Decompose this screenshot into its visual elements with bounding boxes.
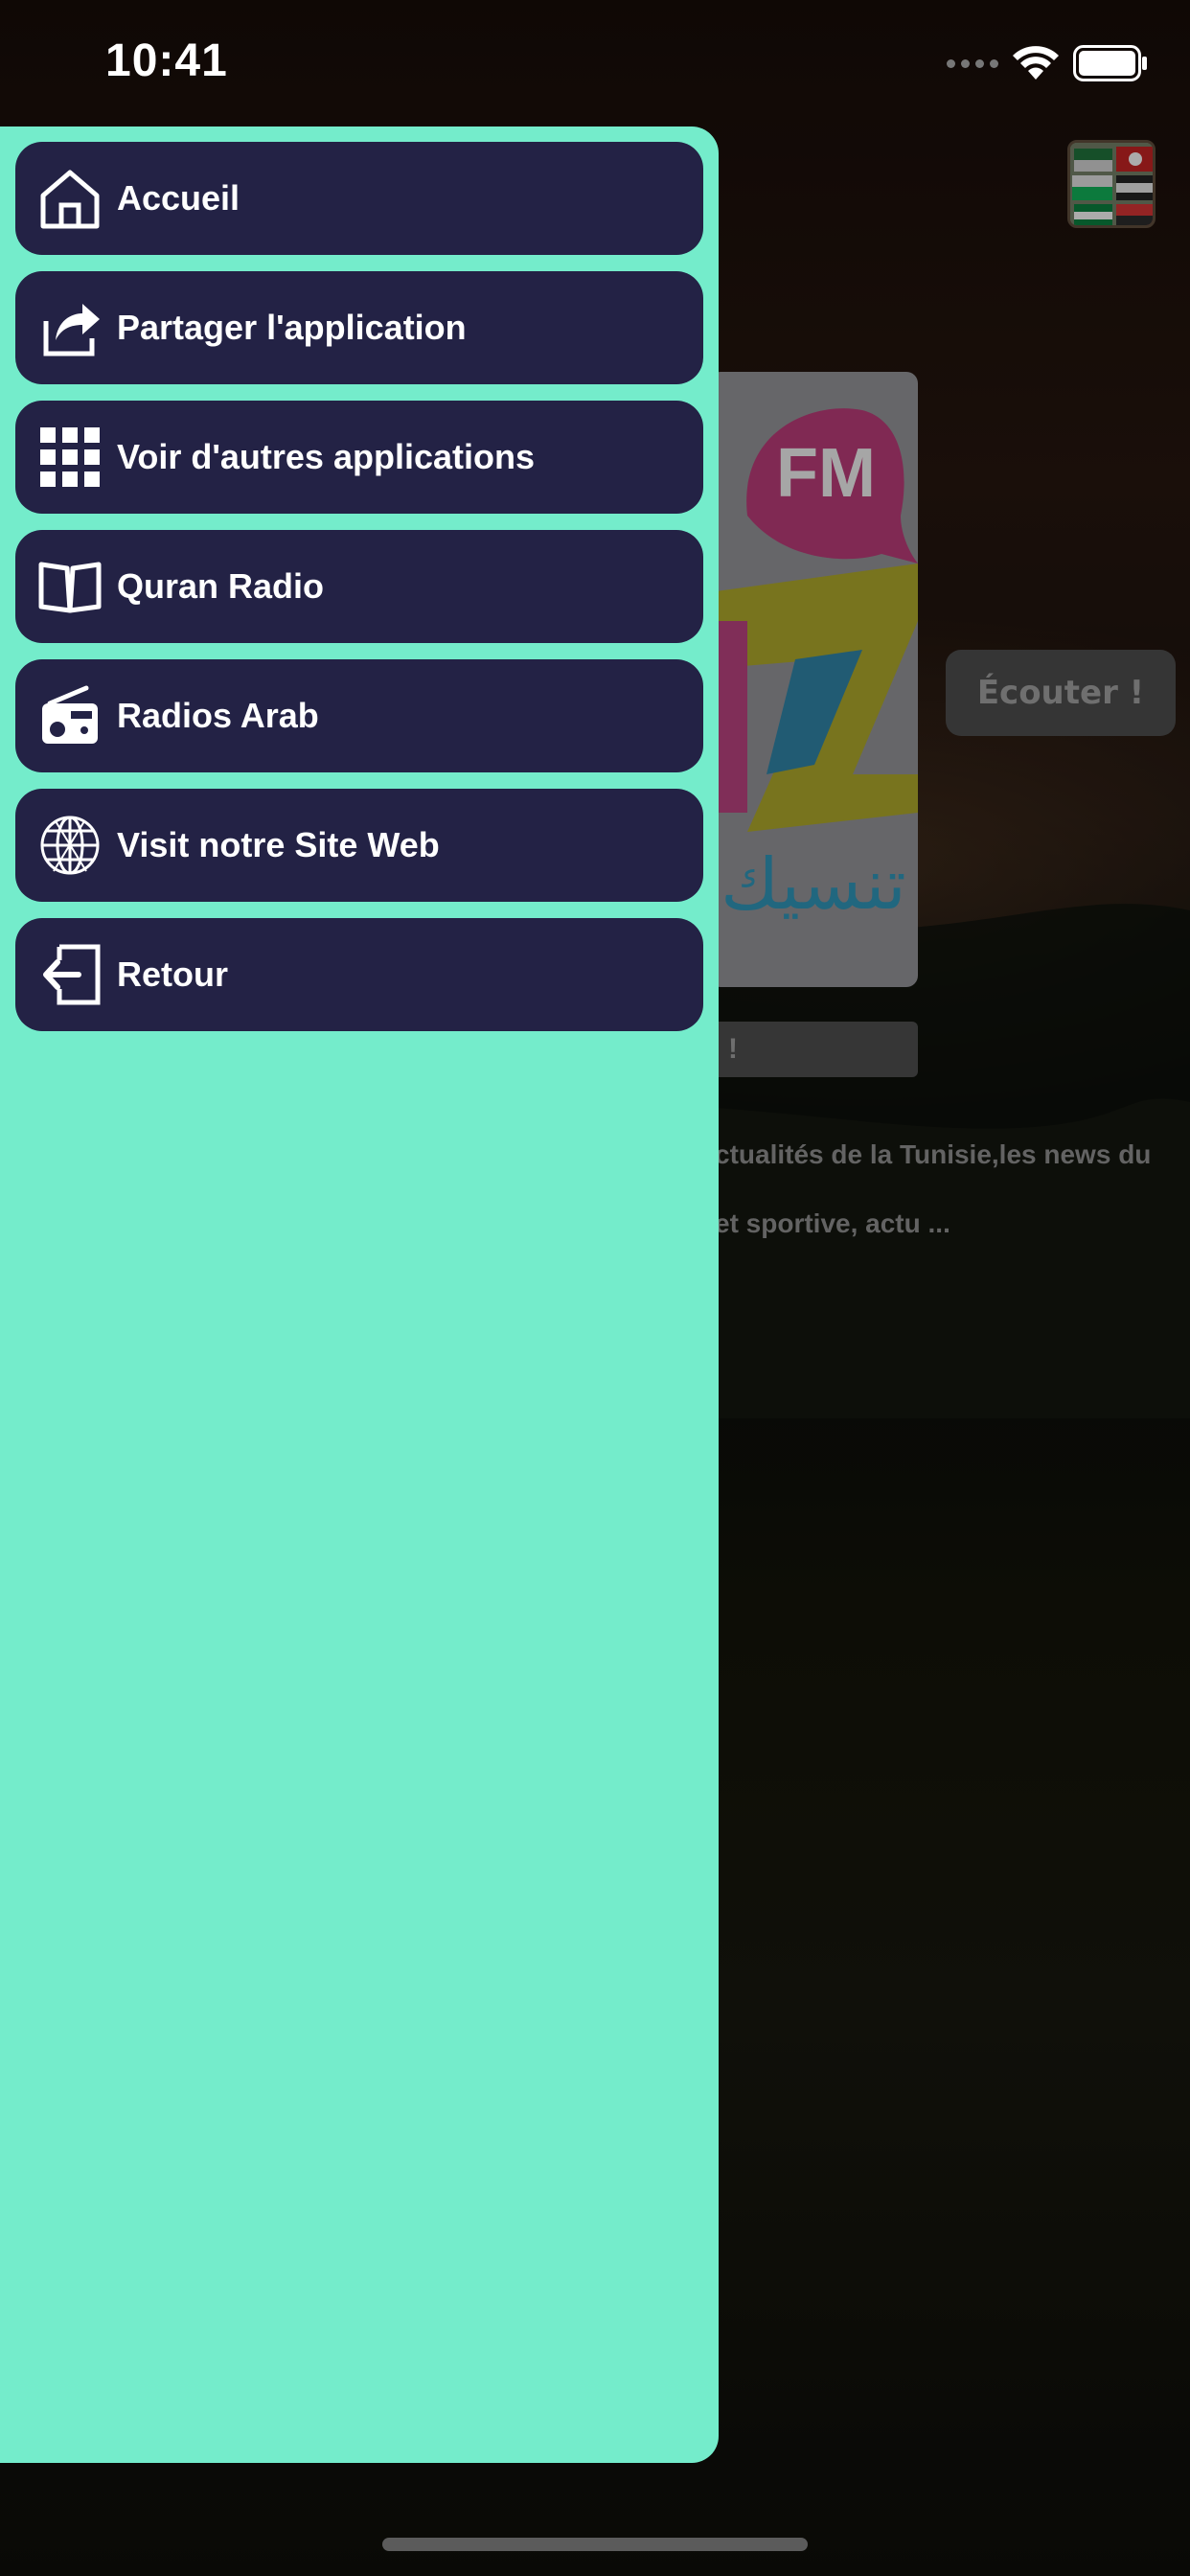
menu-item-label: Quran Radio bbox=[117, 566, 325, 606]
menu-item-label: Accueil bbox=[117, 178, 240, 218]
battery-icon bbox=[1073, 45, 1147, 81]
menu-item-radios-arab[interactable]: Radios Arab bbox=[15, 659, 703, 772]
status-time: 10:41 bbox=[105, 35, 228, 86]
home-indicator[interactable] bbox=[382, 2538, 808, 2551]
menu-item-label: Radios Arab bbox=[117, 696, 319, 735]
home-icon bbox=[38, 167, 102, 230]
wifi-icon bbox=[1013, 46, 1059, 80]
menu-item-label: Retour bbox=[117, 954, 228, 994]
apps-grid-icon bbox=[38, 426, 102, 489]
share-icon bbox=[38, 296, 102, 359]
globe-icon bbox=[38, 814, 102, 877]
menu-item-other-apps[interactable]: Voir d'autres applications bbox=[15, 401, 703, 514]
status-indicators bbox=[947, 42, 1148, 84]
menu-item-accueil[interactable]: Accueil bbox=[15, 142, 703, 255]
side-menu: Accueil Partager l'application Voir d'au… bbox=[0, 126, 719, 2463]
cellular-signal-icon bbox=[947, 58, 998, 68]
menu-item-quran-radio[interactable]: Quran Radio bbox=[15, 530, 703, 643]
exit-icon bbox=[38, 943, 102, 1006]
menu-item-website[interactable]: Visit notre Site Web bbox=[15, 789, 703, 902]
menu-item-share[interactable]: Partager l'application bbox=[15, 271, 703, 384]
open-book-icon bbox=[38, 555, 102, 618]
radio-icon bbox=[38, 684, 102, 748]
menu-item-back[interactable]: Retour bbox=[15, 918, 703, 1031]
menu-item-label: Visit notre Site Web bbox=[117, 825, 440, 864]
menu-item-label: Partager l'application bbox=[117, 308, 467, 347]
menu-item-label: Voir d'autres applications bbox=[117, 437, 535, 476]
